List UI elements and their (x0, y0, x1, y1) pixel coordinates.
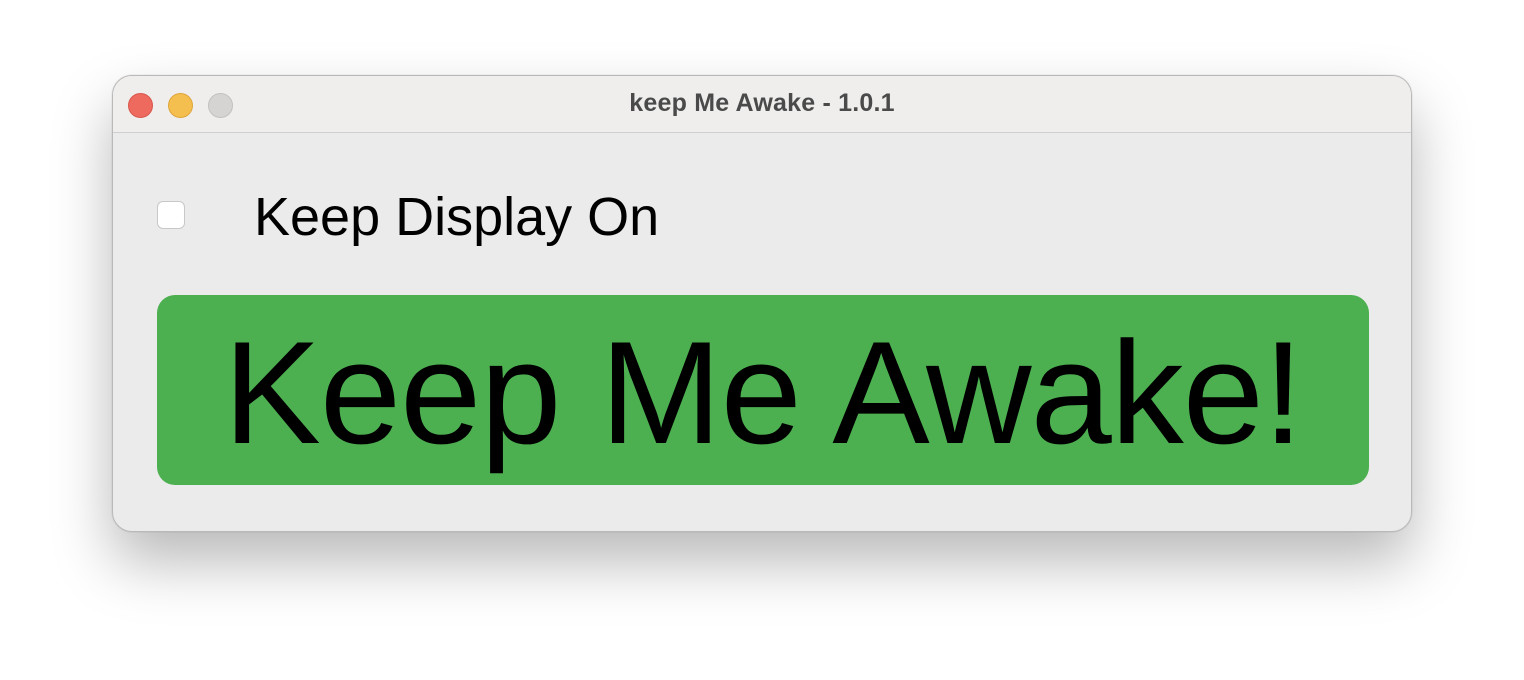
keep-me-awake-button-label: Keep Me Awake! (223, 311, 1303, 474)
keep-display-on-label[interactable]: Keep Display On (254, 187, 659, 247)
keep-me-awake-button[interactable]: Keep Me Awake! (157, 295, 1369, 485)
window-content: Keep Display On Keep Me Awake! (113, 133, 1411, 531)
keep-display-on-checkbox[interactable] (157, 201, 185, 229)
app-window: keep Me Awake - 1.0.1 Keep Display On Ke… (112, 75, 1412, 532)
window-title: keep Me Awake - 1.0.1 (629, 89, 895, 117)
title-bar[interactable]: keep Me Awake - 1.0.1 (113, 76, 1411, 133)
